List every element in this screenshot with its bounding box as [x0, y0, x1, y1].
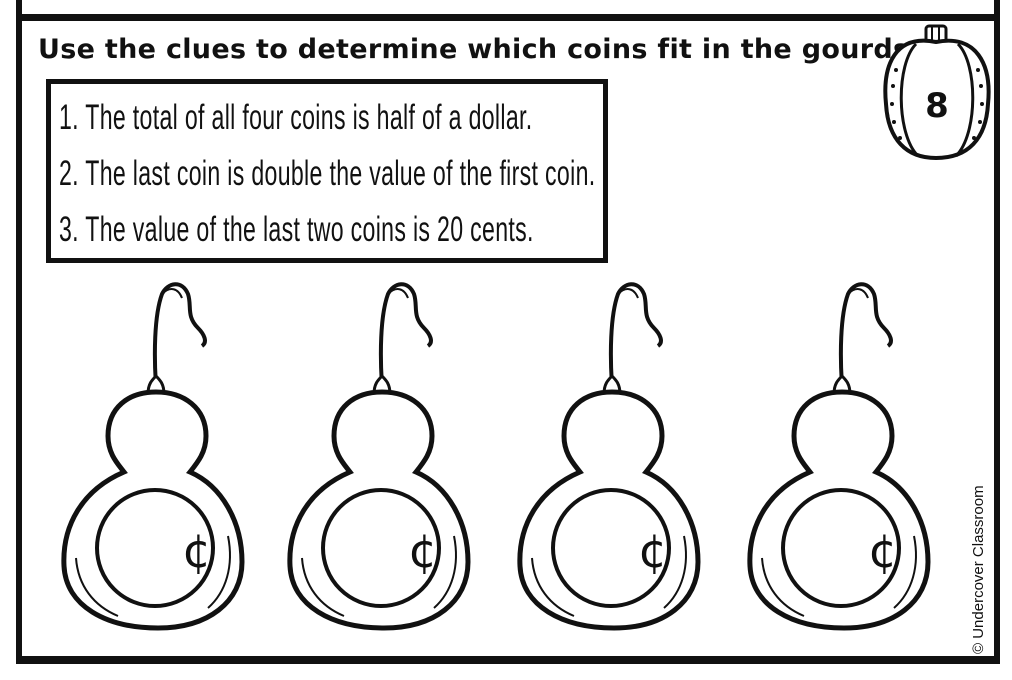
clue-2: 2. The last coin is double the value of … — [59, 154, 596, 193]
gourd-icon — [517, 282, 701, 631]
worksheet-page: Use the clues to determine which coins f… — [0, 0, 1012, 680]
gourd-icon — [287, 282, 471, 631]
copyright-credit: © Undercover Classroom — [970, 485, 987, 654]
gourd-icon — [747, 282, 931, 631]
instruction-text: Use the clues to determine which coins f… — [38, 34, 920, 65]
frame-bottom-border — [16, 656, 1000, 664]
activity-number: 8 — [925, 86, 949, 126]
gourd-1: ¢ — [58, 276, 246, 636]
pumpkin-badge: 8 — [876, 24, 998, 164]
cent-sign: ¢ — [182, 524, 212, 578]
cent-sign: ¢ — [638, 524, 668, 578]
gourd-3: ¢ — [514, 276, 702, 636]
frame-top-border — [16, 14, 1000, 21]
gourd-icon — [61, 282, 245, 631]
gourd-4: ¢ — [744, 276, 932, 636]
cent-sign: ¢ — [408, 524, 438, 578]
clues-box: 1. The total of all four coins is half o… — [46, 79, 608, 263]
frame-left-border — [16, 0, 22, 664]
gourd-2: ¢ — [284, 276, 472, 636]
clue-1: 1. The total of all four coins is half o… — [59, 98, 533, 137]
cent-sign: ¢ — [868, 524, 898, 578]
clue-3: 3. The value of the last two coins is 20… — [59, 210, 534, 249]
